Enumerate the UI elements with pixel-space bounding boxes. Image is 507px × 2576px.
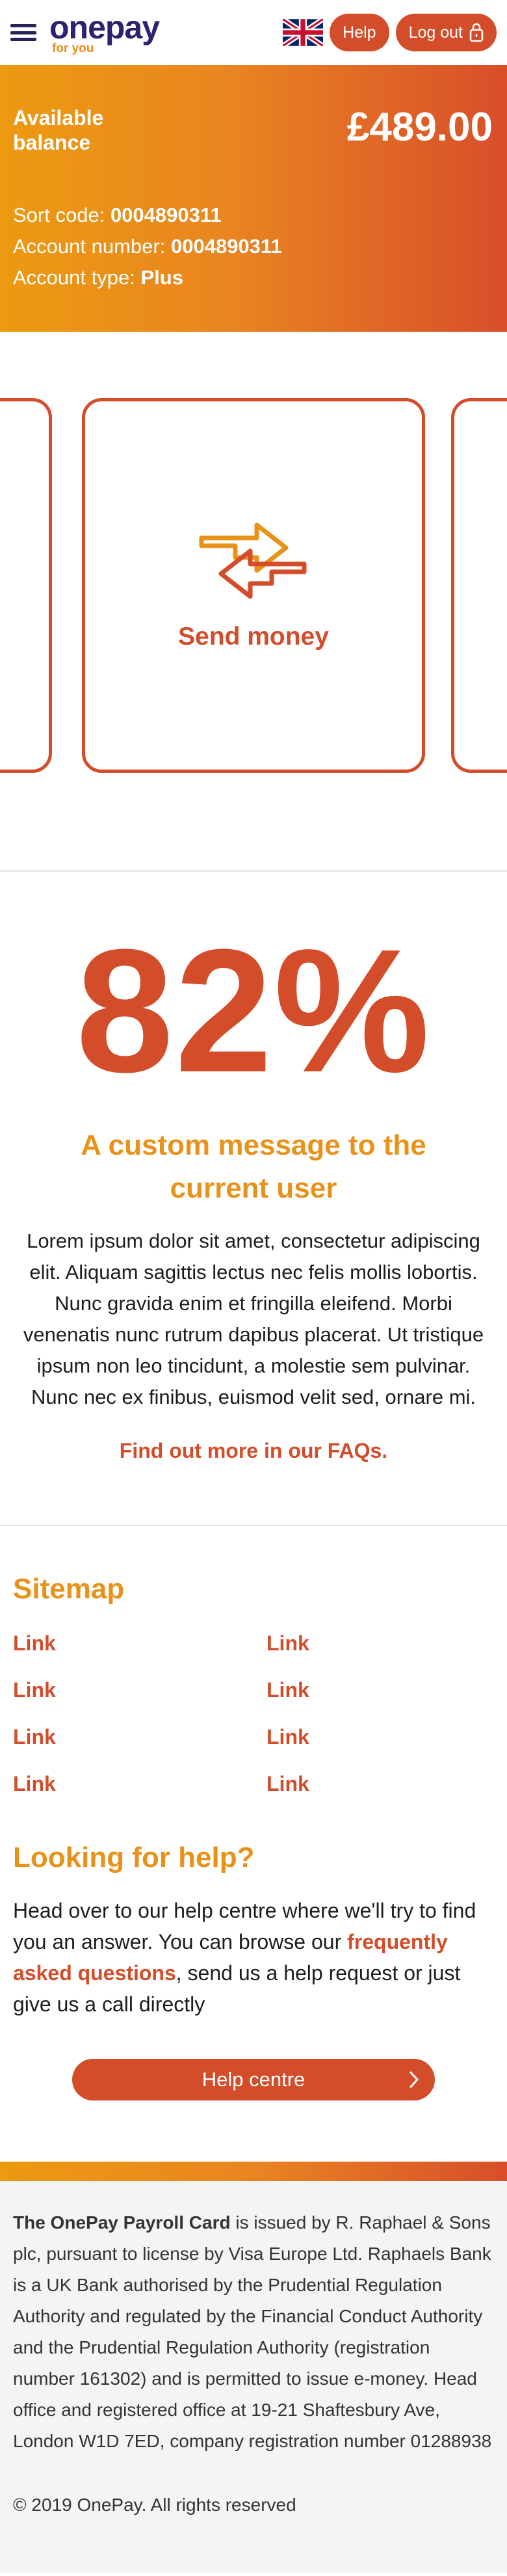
help-button-label: Help	[343, 23, 376, 42]
help-centre-label: Help centre	[202, 2068, 306, 2091]
sitemap-section: Sitemap Link Link Link Link Link Link Li…	[0, 1526, 507, 1796]
carousel-card-next[interactable]	[451, 398, 507, 773]
logo-wordmark: onepay	[49, 8, 160, 46]
site-header: onepay for you Help Log out	[0, 0, 507, 65]
balance-amount: £489.00	[346, 105, 493, 150]
sitemap-link[interactable]: Link	[266, 1772, 494, 1796]
chevron-right-icon	[410, 2071, 419, 2088]
help-button[interactable]: Help	[330, 14, 389, 51]
balance-label: Available balance	[13, 106, 104, 155]
sitemap-link[interactable]: Link	[13, 1772, 266, 1796]
sort-code-row: Sort code: 0004890311	[13, 200, 493, 231]
uk-flag-icon[interactable]	[283, 19, 324, 46]
action-carousel: Send money	[0, 332, 507, 872]
sitemap-title: Sitemap	[13, 1573, 125, 1605]
help-title: Looking for help?	[13, 1842, 255, 1873]
sitemap-link[interactable]: Link	[13, 1631, 266, 1656]
account-type-row: Account type: Plus	[13, 262, 493, 293]
logout-button[interactable]: Log out	[395, 14, 497, 51]
sitemap-link[interactable]: Link	[13, 1725, 266, 1749]
logout-button-label: Log out	[408, 23, 463, 42]
stat-heading: A custom message to the current user	[81, 1129, 426, 1204]
sort-code-label: Sort code:	[13, 203, 105, 226]
header-actions: Help Log out	[283, 14, 497, 51]
help-centre-button[interactable]: Help centre	[72, 2059, 435, 2100]
sitemap-link[interactable]: Link	[266, 1631, 494, 1656]
balance-panel: Available balance £489.00 Sort code: 000…	[0, 65, 507, 332]
help-section: Looking for help? Head over to our help …	[0, 1796, 507, 2100]
sitemap-link[interactable]: Link	[266, 1725, 494, 1749]
send-money-card[interactable]: Send money	[82, 398, 425, 773]
transfer-arrows-icon	[199, 522, 307, 599]
account-type-value: Plus	[140, 265, 183, 289]
account-number-row: Account number: 0004890311	[13, 231, 493, 262]
logo-tagline: for you	[52, 41, 94, 55]
lock-icon	[469, 23, 484, 42]
copyright: © 2019 OnePay. All rights reserved	[13, 2495, 296, 2515]
account-details: Sort code: 0004890311 Account number: 00…	[13, 200, 493, 293]
account-number-label: Account number:	[13, 234, 166, 258]
site-footer: The OnePay Payroll Card is issued by R. …	[0, 2181, 507, 2573]
sitemap-links: Link Link Link Link Link Link Link Link	[13, 1631, 494, 1796]
send-money-label: Send money	[178, 623, 329, 651]
menu-icon[interactable]	[9, 21, 38, 44]
faq-link[interactable]: Find out more in our FAQs.	[120, 1439, 387, 1463]
help-text: Head over to our help centre where we'll…	[13, 1895, 494, 2020]
sitemap-link[interactable]: Link	[13, 1678, 266, 1702]
progress-stat-section: 82% A custom message to the current user…	[0, 872, 507, 1526]
sitemap-link[interactable]: Link	[266, 1678, 494, 1702]
sort-code-value: 0004890311	[110, 203, 222, 226]
legal-notice: The OnePay Payroll Card is issued by R. …	[13, 2207, 494, 2457]
footer-gradient-bar	[0, 2162, 507, 2181]
carousel-card-previous[interactable]	[0, 398, 52, 773]
legal-text: is issued by R. Raphael & Sons plc, purs…	[13, 2212, 492, 2451]
legal-brand: The OnePay Payroll Card	[13, 2212, 231, 2233]
logo[interactable]: onepay for you	[49, 8, 160, 55]
stat-body-text: Lorem ipsum dolor sit amet, consectetur …	[23, 1229, 484, 1409]
stat-percentage: 82%	[75, 913, 432, 1109]
account-type-label: Account type:	[13, 265, 135, 289]
account-number-value: 0004890311	[170, 234, 282, 258]
